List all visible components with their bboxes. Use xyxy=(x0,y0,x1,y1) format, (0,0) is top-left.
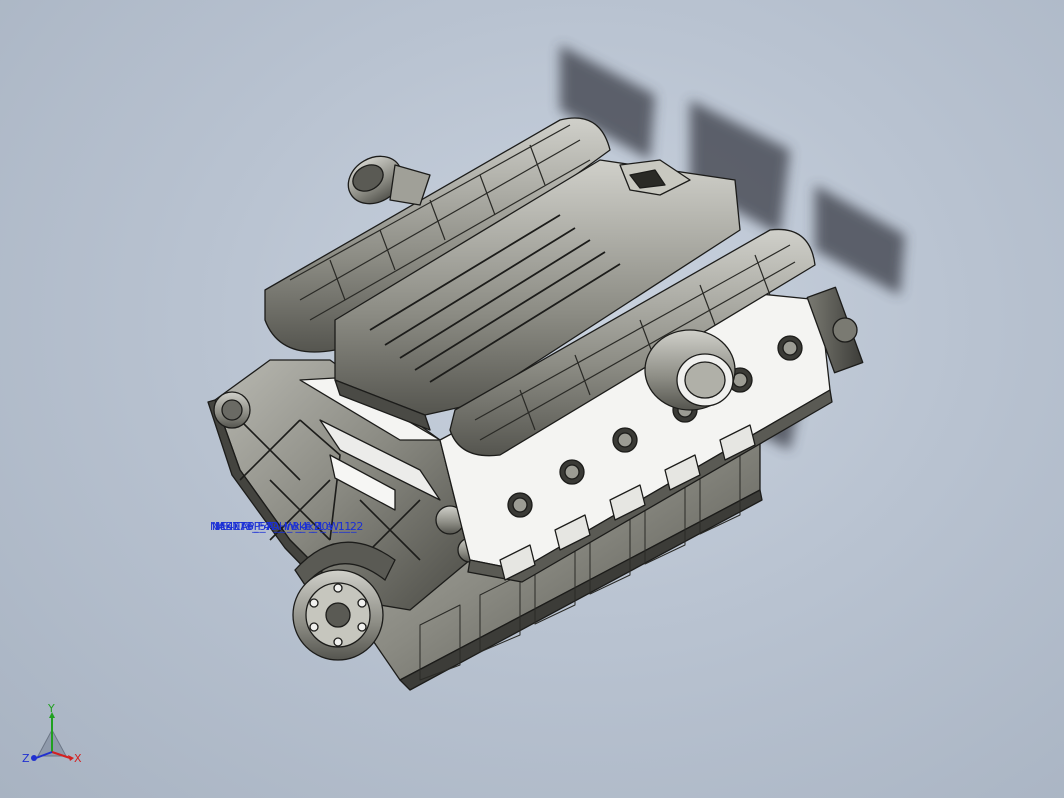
y-axis-label: Y xyxy=(47,702,55,715)
annotation-label[interactable]: NE4EAP_5A_H_3kf_B0W_1_2 xyxy=(212,520,363,533)
view-triad[interactable]: Y X Z xyxy=(18,700,88,780)
z-axis-label: Z xyxy=(22,752,30,765)
engine-model[interactable] xyxy=(0,0,1064,798)
x-axis-label: X xyxy=(74,752,82,765)
graphics-viewport[interactable]: NAE7T8_F4D_lnk_e_1 MKNT6P_7A_W_4k2_e_1_2… xyxy=(0,0,1064,798)
triad-axes: Y X Z xyxy=(22,702,82,765)
